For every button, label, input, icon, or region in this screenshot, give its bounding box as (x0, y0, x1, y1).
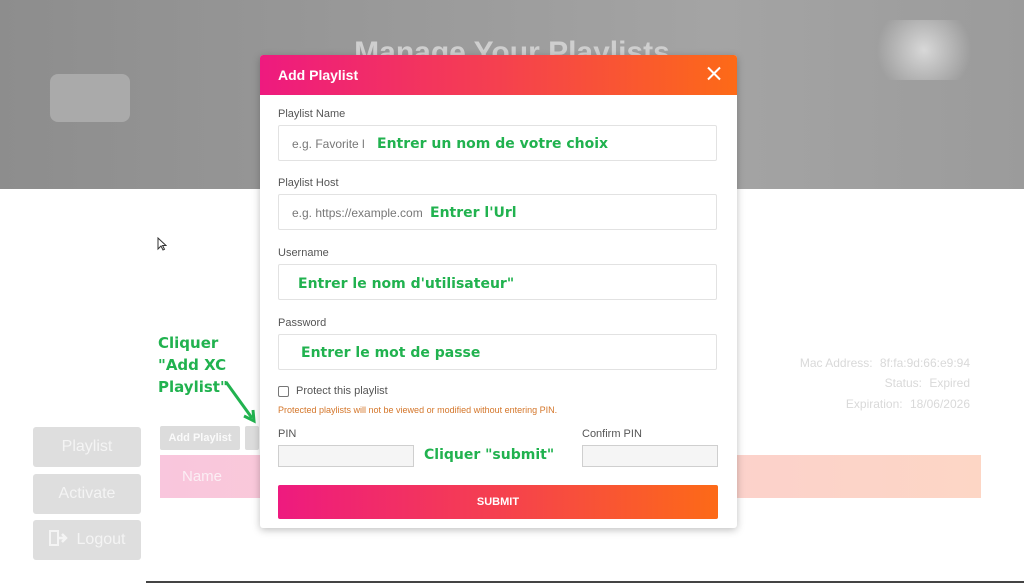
sidebar-item-playlist[interactable]: Playlist (33, 427, 141, 467)
protect-note: Protected playlists will not be viewed o… (278, 405, 558, 415)
pin-label: PIN (278, 428, 297, 440)
add-xc-annotation: Cliquer "Add XC Playlist" (158, 332, 228, 398)
playlist-host-input[interactable] (290, 205, 434, 221)
sidebar-item-label: Activate (58, 485, 116, 502)
sidebar-item-label: Playlist (61, 438, 113, 455)
sidebar-item-activate[interactable]: Activate (33, 474, 141, 514)
modal-header: Add Playlist (260, 55, 737, 95)
hero-logo-blur (50, 74, 130, 122)
sidebar-item-logout[interactable]: Logout (33, 520, 141, 560)
playlist-host-label: Playlist Host (278, 177, 339, 189)
password-field[interactable]: Entrer le mot de passe (278, 334, 717, 370)
column-name-header: Name (182, 468, 223, 485)
playlist-name-label: Playlist Name (278, 108, 346, 120)
password-hint-annotation: Entrer le mot de passe (301, 345, 481, 361)
host-hint-annotation: Entrer l'Url (430, 205, 517, 221)
mac-address-value: 8f:fa:9d:66:e9:94 (879, 356, 970, 370)
expiration-value: 18/06/2026 (909, 397, 970, 411)
pin-input[interactable] (278, 445, 414, 467)
confirm-pin-label: Confirm PIN (582, 428, 642, 440)
playlist-name-input[interactable] (290, 136, 374, 152)
expiration-label: Expiration: (845, 397, 903, 411)
protect-checkbox[interactable] (278, 385, 289, 397)
add-playlist-button[interactable]: Add Playlist (160, 426, 240, 450)
divider (146, 581, 1024, 583)
logout-icon (48, 529, 69, 551)
mac-address-row: Mac Address: 8f:fa:9d:66:e9:94 (780, 356, 970, 370)
add-playlist-modal: Add Playlist Playlist Name Entrer un nom… (260, 55, 737, 528)
add-xc-playlist-button[interactable] (245, 426, 259, 450)
annotation-line: Playlist" (158, 378, 228, 396)
submit-hint-annotation: Cliquer "submit" (424, 447, 555, 463)
mouse-cursor-icon (157, 236, 168, 254)
annotation-line: "Add XC (158, 356, 227, 374)
username-hint-annotation: Entrer le nom d'utilisateur" (298, 276, 515, 292)
annotation-arrow-icon (224, 381, 256, 424)
mac-address-label: Mac Address: (799, 356, 873, 370)
password-label: Password (278, 317, 327, 329)
modal-title: Add Playlist (278, 67, 359, 83)
protect-playlist-row[interactable]: Protect this playlist (278, 385, 388, 397)
status-row: Status: Expired (780, 376, 970, 390)
sidebar-item-label: Logout (76, 531, 126, 548)
close-icon[interactable] (703, 63, 725, 85)
status-label: Status: (884, 376, 922, 390)
confirm-pin-input[interactable] (582, 445, 718, 467)
expiration-row: Expiration: 18/06/2026 (780, 397, 970, 411)
status-value: Expired (929, 376, 970, 390)
protect-label: Protect this playlist (296, 385, 388, 397)
playlist-host-field[interactable]: Entrer l'Url (278, 194, 717, 230)
username-label: Username (278, 247, 329, 259)
playlist-name-field[interactable]: Entrer un nom de votre choix (278, 125, 717, 161)
username-field[interactable]: Entrer le nom d'utilisateur" (278, 264, 717, 300)
submit-button[interactable]: SUBMIT (278, 485, 718, 519)
annotation-line: Cliquer (158, 334, 219, 352)
name-hint-annotation: Entrer un nom de votre choix (377, 136, 609, 152)
